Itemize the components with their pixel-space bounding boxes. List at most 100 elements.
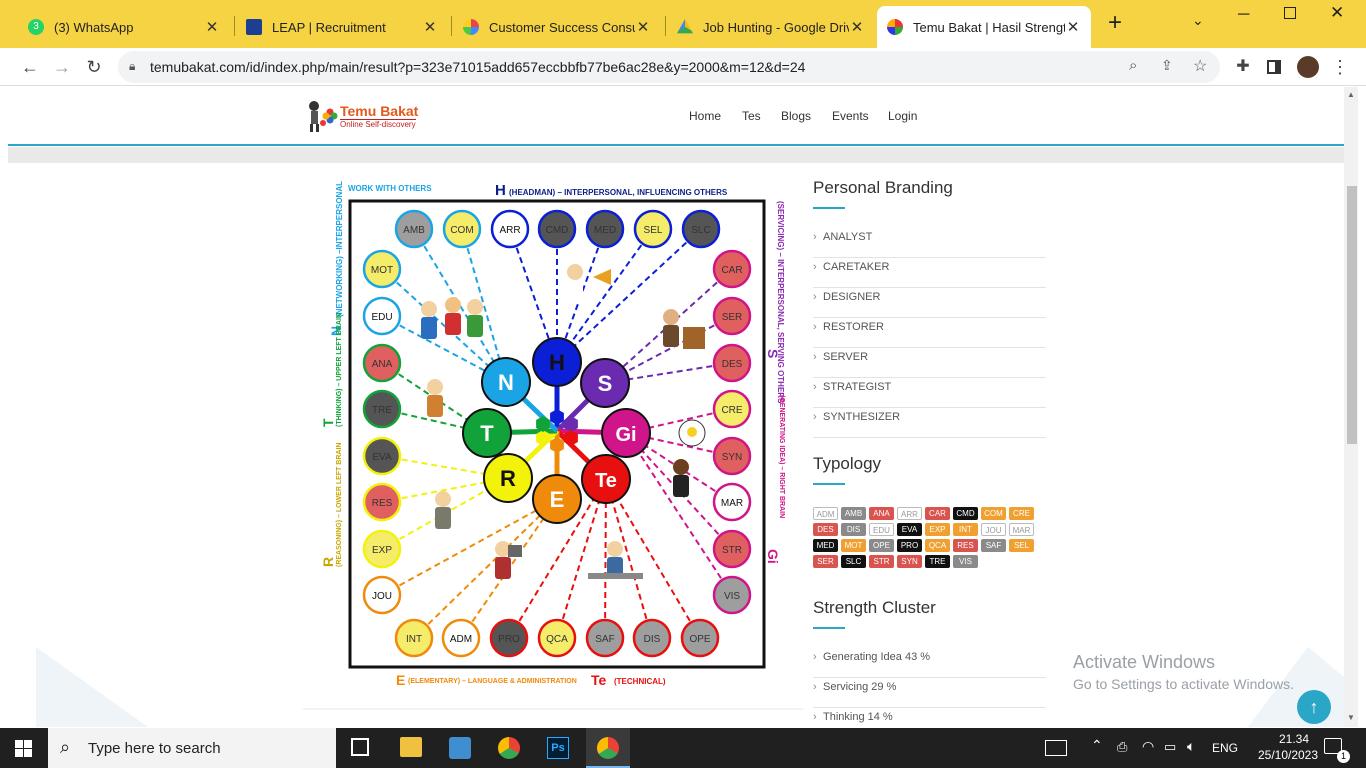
typology-node-label: CAR (721, 265, 742, 276)
file-explorer-icon[interactable] (400, 737, 422, 757)
heading-underline (813, 207, 845, 209)
maximize-icon[interactable] (1284, 7, 1296, 19)
typology-node-label: MED (594, 225, 616, 236)
typology-node-label: CRE (721, 405, 742, 416)
typology-node-label: STR (722, 545, 742, 556)
close-icon[interactable]: ✕ (635, 18, 651, 36)
chrome-profile-icon (597, 737, 619, 759)
scroll-down-arrow-icon[interactable]: ▼ (1347, 713, 1355, 722)
menu-kebab-icon[interactable]: ⋮ (1327, 54, 1353, 80)
typology-tag: AMB (841, 507, 866, 520)
nav-login[interactable]: Login (888, 109, 917, 123)
diagram-canvas: HSGiTeERTNAMB COM ARR CMD MED SEL SLCCARSERDES… (303, 181, 803, 710)
tab-google-drive[interactable]: Job Hunting - Google Drive ✕ (667, 6, 875, 48)
avatar[interactable] (1297, 56, 1319, 78)
tab-title: LEAP | Recruitment (272, 19, 386, 35)
h-letter: H (495, 182, 506, 199)
clock-date[interactable]: 25/10/2023 (1248, 748, 1328, 762)
close-icon[interactable]: ✕ (1065, 18, 1081, 36)
scrollbar-thumb[interactable] (1347, 186, 1357, 444)
chrome-icon[interactable] (498, 737, 520, 759)
typology-node-label: SYN (722, 452, 743, 463)
reload-icon[interactable]: ↻ (81, 54, 107, 80)
meet-now-icon[interactable]: ⎙ (1117, 739, 1127, 755)
zoom-icon[interactable]: ⌕ (1129, 57, 1137, 74)
back-arrow-icon[interactable]: ← (17, 54, 43, 80)
photoshop-icon[interactable]: Ps (547, 737, 569, 759)
close-icon[interactable]: ✕ (204, 18, 220, 36)
people-figure (445, 297, 461, 313)
scroll-to-top-button[interactable]: ↑ (1297, 690, 1331, 724)
people-figure (421, 301, 437, 317)
site-logo[interactable]: Temu Bakat Online Self-discovery (304, 99, 434, 133)
new-tab-button[interactable]: + (1103, 11, 1127, 36)
leap-icon (246, 19, 262, 35)
windows-start-icon[interactable] (15, 740, 32, 757)
personal-branding-item[interactable]: ANALYST (813, 228, 1046, 258)
typology-tag: TRE (925, 555, 950, 568)
extensions-icon[interactable]: ✚ (1230, 54, 1256, 80)
tab-customer-success[interactable]: Customer Success Consulta ✕ (453, 6, 661, 48)
computer-icon (508, 545, 522, 557)
nav-home[interactable]: Home (689, 109, 721, 123)
language-indicator[interactable]: ENG (1212, 741, 1238, 755)
minimize-icon[interactable]: ─ (1238, 6, 1249, 24)
strength-typology-diagram: H S Gi Te E R T N AMB COM ARR CMD MED SEL SLC CAR SER DES… (303, 177, 803, 727)
forward-arrow-icon[interactable]: → (49, 54, 75, 80)
typology-tag: SLC (841, 555, 866, 568)
nav-tes[interactable]: Tes (742, 109, 761, 123)
tab-leap[interactable]: LEAP | Recruitment ✕ (236, 6, 448, 48)
detective-figure (435, 491, 451, 507)
typology-tag: OPE (869, 539, 894, 552)
keyboard-icon[interactable] (1045, 740, 1067, 756)
workbench-icon (588, 573, 643, 579)
typology-tag: STR (869, 555, 894, 568)
share-icon[interactable]: ⇪ (1161, 57, 1173, 74)
temu-bakat-icon (887, 19, 903, 35)
watermark-line1: Activate Windows (1073, 652, 1216, 672)
tab-whatsapp[interactable]: 3 (3) WhatsApp ✕ (18, 6, 230, 48)
chrome-active-app[interactable] (586, 728, 630, 768)
notification-badge: 1 (1337, 750, 1350, 763)
personal-branding-item[interactable]: SERVER (813, 348, 1046, 378)
nav-events[interactable]: Events (832, 109, 869, 123)
typology-tag: COM (981, 507, 1006, 520)
personal-branding-item[interactable]: SYNTHESIZER (813, 408, 1046, 438)
typology-tag: MED (813, 539, 838, 552)
scroll-up-arrow-icon[interactable]: ▲ (1347, 90, 1355, 99)
search-placeholder: Type here to search (88, 740, 221, 757)
task-view-icon[interactable] (351, 738, 369, 756)
thinker-figure (427, 395, 443, 417)
personal-branding-item[interactable]: CARETAKER (813, 258, 1046, 288)
window-close-icon[interactable]: ✕ (1330, 3, 1344, 23)
personal-branding-item[interactable]: DESIGNER (813, 288, 1046, 318)
clock-time[interactable]: 21.34 (1264, 732, 1324, 746)
chevron-up-icon[interactable]: ⌃ (1091, 737, 1103, 754)
battery-icon[interactable]: ▭ (1164, 739, 1176, 755)
personal-branding-item[interactable]: RESTORER (813, 318, 1046, 348)
tab-search-icon[interactable]: ⌄ (1192, 12, 1204, 29)
bookmark-star-icon[interactable]: ☆ (1193, 56, 1207, 76)
typology-node-label: QCA (546, 634, 568, 645)
personal-branding-item[interactable]: STRATEGIST (813, 378, 1046, 408)
typology-node-label: EVA (372, 452, 392, 463)
typology-node-label: PRO (498, 634, 520, 645)
side-panel-icon[interactable] (1267, 60, 1281, 74)
hub-label: S (598, 371, 613, 396)
nav-blogs[interactable]: Blogs (781, 109, 811, 123)
typology-tag: MAR (1009, 523, 1034, 536)
typology-tag: PRO (897, 539, 922, 552)
close-icon[interactable]: ✕ (422, 18, 438, 36)
address-bar[interactable]: 🔒︎ temubakat.com/id/index.php/main/resul… (118, 51, 1220, 83)
typology-node-label: DES (722, 359, 743, 370)
wifi-icon[interactable]: ◠ (1142, 738, 1154, 755)
taskbar-search-box[interactable]: ⌕ Type here to search (48, 728, 336, 768)
volume-icon[interactable]: 🔈︎ (1187, 738, 1195, 755)
typology-node-label: INT (406, 634, 422, 645)
control-panel-icon[interactable] (449, 737, 471, 759)
technician-figure (607, 541, 623, 557)
tab-temu-bakat[interactable]: Temu Bakat | Hasil Strength ✕ (877, 6, 1091, 48)
close-icon[interactable]: ✕ (849, 18, 865, 36)
typology-node-label: SLC (691, 225, 710, 236)
hub-label: E (550, 487, 565, 512)
